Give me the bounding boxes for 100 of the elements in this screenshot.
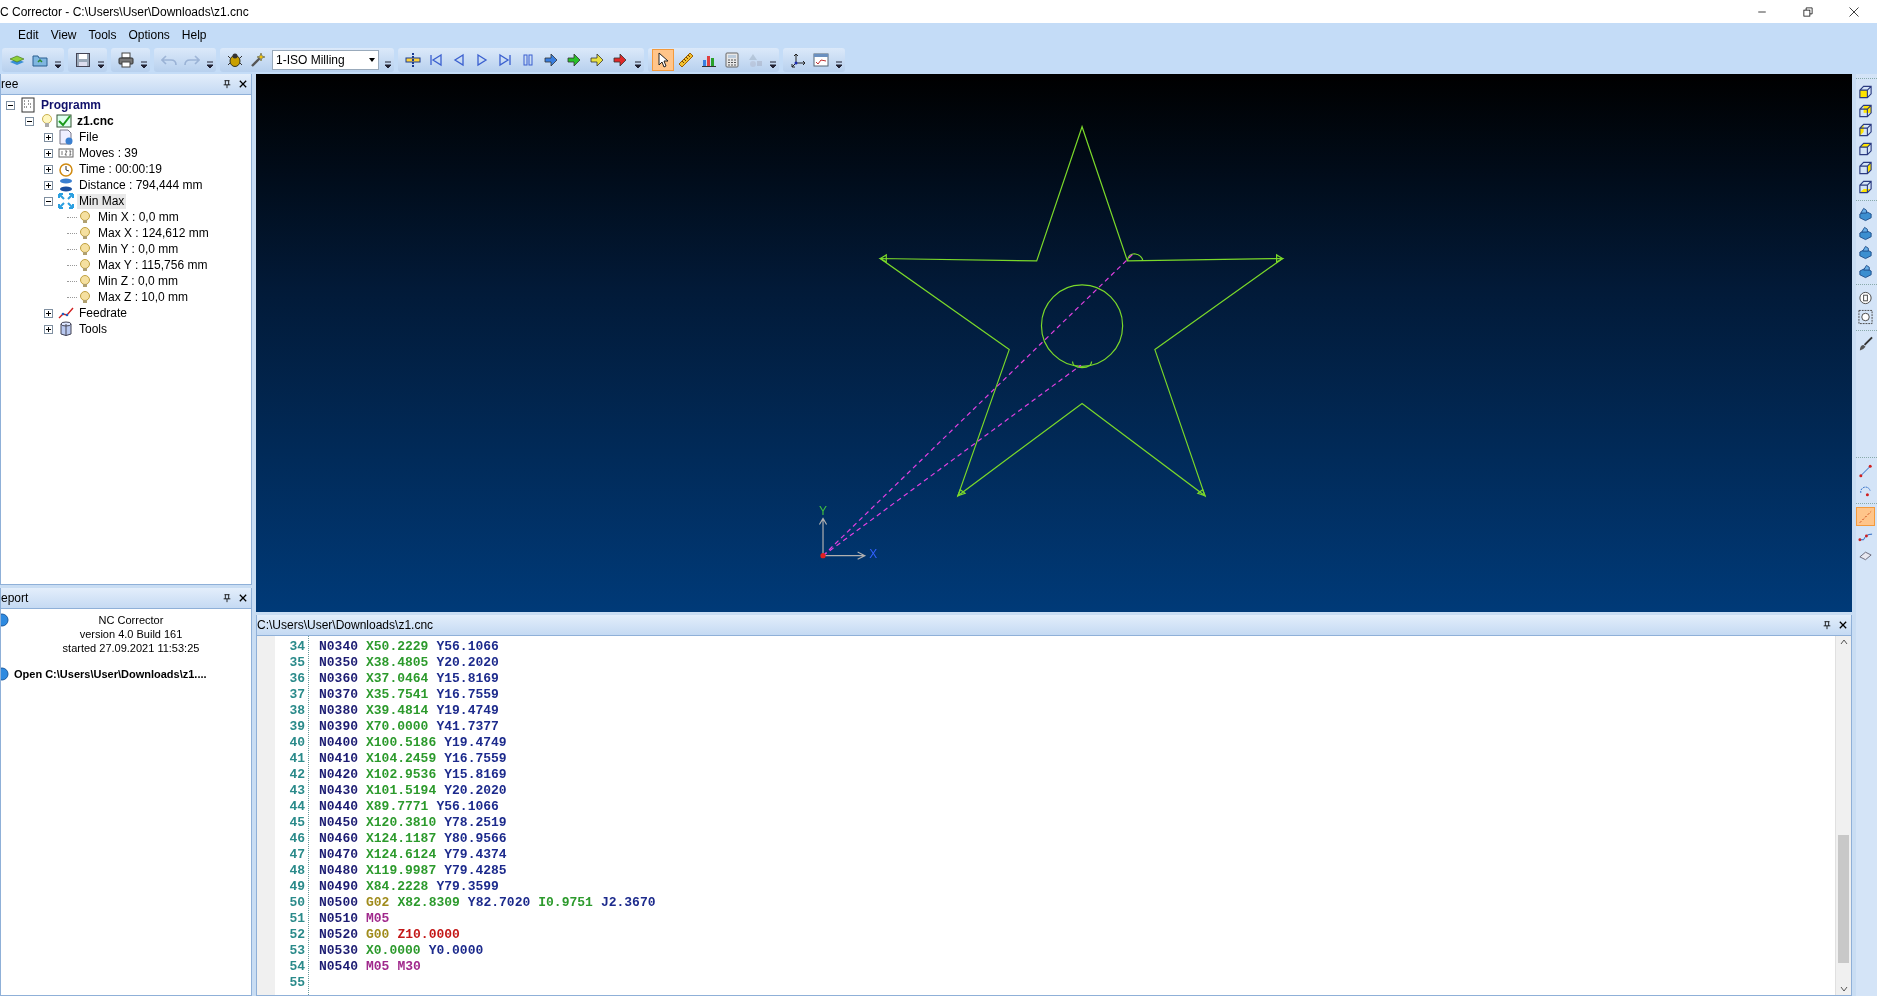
code-token: N0430 bbox=[319, 783, 358, 799]
code-token: N0420 bbox=[319, 767, 358, 783]
code-token: N0500 bbox=[319, 895, 358, 911]
alarm-clock-icon bbox=[58, 161, 74, 177]
menu-item[interactable]: View bbox=[44, 24, 83, 45]
plus-box-icon bbox=[44, 308, 53, 318]
code-token: M30 bbox=[397, 959, 421, 975]
zoom-box-button[interactable] bbox=[1856, 307, 1875, 326]
tree-item[interactable]: Min X : 0,0 mm bbox=[96, 209, 181, 225]
tree-item[interactable]: Min Y : 0,0 mm bbox=[96, 241, 181, 257]
bug-icon bbox=[227, 52, 243, 68]
cube-icon bbox=[1858, 178, 1873, 195]
shapes-icon bbox=[747, 52, 763, 68]
code-token: X84.2228 bbox=[366, 879, 429, 895]
tree-item[interactable]: Min Z : 0,0 mm bbox=[96, 273, 180, 289]
code-token: Y20.2020 bbox=[436, 655, 499, 671]
tree-item[interactable]: Distance : 794,444 mm bbox=[77, 177, 205, 193]
column-marker-icon bbox=[405, 52, 421, 68]
code-token: Y19.4749 bbox=[436, 703, 499, 719]
code-token: N0390 bbox=[319, 719, 358, 735]
code-token: Y15.8169 bbox=[444, 767, 507, 783]
document-info-icon bbox=[58, 129, 74, 145]
code-token: X70.0000 bbox=[366, 719, 429, 735]
arrow-right-icon bbox=[589, 52, 605, 68]
axis-label: X bbox=[869, 547, 878, 562]
code-token: N0450 bbox=[319, 815, 358, 831]
overflow-icon bbox=[206, 60, 214, 70]
tree-item[interactable]: Max Y : 115,756 mm bbox=[96, 257, 210, 273]
bulb-icon bbox=[77, 273, 93, 289]
minus-box-icon bbox=[6, 100, 15, 110]
bulb-icon bbox=[77, 289, 93, 305]
menu-item[interactable]: Edit bbox=[12, 24, 45, 45]
code-token: X37.0464 bbox=[366, 671, 429, 687]
overflow-icon bbox=[634, 60, 642, 70]
machine-dropdown[interactable]: 1-ISO Milling bbox=[272, 50, 379, 70]
code-token: N0530 bbox=[319, 943, 358, 959]
arrow-right-icon bbox=[612, 52, 628, 68]
code-token: N0360 bbox=[319, 671, 358, 687]
tree-item[interactable]: Programm bbox=[39, 97, 104, 113]
tree-item[interactable]: Tools bbox=[77, 321, 109, 337]
line-icon bbox=[1858, 462, 1873, 479]
panel-title: C:\Users\User\Downloads\z1.cnc bbox=[257, 618, 434, 632]
menu-item[interactable]: Tools bbox=[82, 24, 123, 45]
tree-item[interactable]: Min Max bbox=[77, 193, 127, 209]
undo-arrow-icon bbox=[161, 52, 177, 68]
code-token: X50.2229 bbox=[366, 639, 429, 655]
overflow-icon bbox=[54, 60, 62, 70]
cube-icon bbox=[1858, 83, 1873, 100]
panel-title: eport bbox=[1, 591, 29, 605]
tree-item[interactable]: File bbox=[77, 129, 101, 145]
code-token: X39.4814 bbox=[366, 703, 429, 719]
tree-item[interactable]: Time : 00:00:19 bbox=[77, 161, 164, 177]
line-number: 46 bbox=[288, 831, 305, 847]
close-icon bbox=[1838, 620, 1848, 630]
menu-item[interactable]: Help bbox=[175, 24, 213, 45]
line-number: 52 bbox=[288, 927, 305, 943]
line-number: 35 bbox=[288, 655, 305, 671]
block-icon bbox=[1858, 262, 1873, 279]
arrow-right-icon bbox=[543, 52, 559, 68]
code-token: Y20.2020 bbox=[444, 783, 507, 799]
folder-icon bbox=[32, 52, 48, 68]
scrollbar[interactable] bbox=[1835, 636, 1851, 995]
plus-box-icon bbox=[44, 324, 53, 334]
code-token: X100.5186 bbox=[366, 735, 437, 751]
pin-icon bbox=[1822, 619, 1832, 631]
pointer-button[interactable] bbox=[652, 49, 674, 71]
tree-item[interactable]: z1.cnc bbox=[75, 113, 116, 129]
pointer-icon bbox=[655, 52, 671, 68]
skip-back-icon bbox=[428, 52, 444, 68]
code-token: Y16.7559 bbox=[436, 687, 499, 703]
code-token: Y16.7559 bbox=[444, 751, 507, 767]
cylinder-icon bbox=[58, 321, 74, 337]
plus-box-icon bbox=[44, 164, 53, 174]
tree-item[interactable]: Moves : 39 bbox=[77, 145, 140, 161]
code-token: N0370 bbox=[319, 687, 358, 703]
pause-icon bbox=[520, 52, 536, 68]
tree-item[interactable]: Max X : 124,612 mm bbox=[96, 225, 211, 241]
scrollbar-thumb[interactable] bbox=[1838, 835, 1849, 963]
layers-icon bbox=[9, 52, 25, 68]
overflow-icon bbox=[384, 60, 392, 70]
block-icon bbox=[1858, 205, 1873, 222]
axis-label: Y bbox=[819, 503, 827, 518]
code-token: X102.9536 bbox=[366, 767, 437, 783]
tree-item[interactable]: Feedrate bbox=[77, 305, 130, 321]
bulb-icon bbox=[77, 241, 93, 257]
code-token: Y41.7377 bbox=[436, 719, 499, 735]
zoom-box-icon bbox=[1858, 308, 1873, 325]
line-number: 34 bbox=[288, 639, 305, 655]
menu-item[interactable]: Options bbox=[122, 24, 176, 45]
line-number: 44 bbox=[288, 799, 305, 815]
overflow-icon bbox=[97, 60, 105, 70]
tree-item[interactable]: Max Z : 10,0 mm bbox=[96, 289, 191, 305]
line-number: 51 bbox=[288, 911, 305, 927]
code-token: X124.1187 bbox=[366, 831, 437, 847]
code-token: X120.3810 bbox=[366, 815, 437, 831]
plus-box-icon bbox=[44, 148, 53, 158]
restore-icon bbox=[1802, 5, 1814, 18]
code-token: G02 bbox=[366, 895, 390, 911]
print-button[interactable] bbox=[115, 49, 137, 71]
lightbulb-icon bbox=[39, 113, 55, 129]
